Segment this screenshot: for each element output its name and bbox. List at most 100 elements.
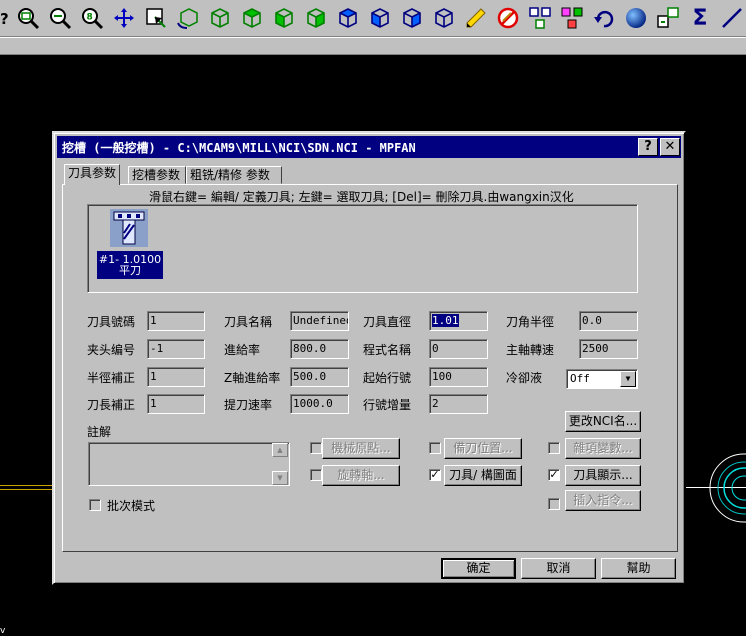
line-increment-label: 行號增量 <box>363 398 412 412</box>
tool-item-label: #1- 1.0100 平刀 <box>97 251 163 279</box>
cancel-button[interactable]: 取消 <box>521 558 596 579</box>
zoom-out-icon[interactable] <box>46 4 74 32</box>
z-feed-rate-field[interactable]: 500.0 <box>290 367 349 387</box>
change-nci-button[interactable]: 更改NCI名... <box>565 411 641 432</box>
rotary-axis-checkbox[interactable] <box>310 469 322 481</box>
program-name-label: 程式名稱 <box>363 343 412 357</box>
tool-path-circles <box>704 452 746 524</box>
rotary-axis-button[interactable]: 旋轉軸... <box>322 465 400 486</box>
corner-radius-label: 刀角半徑 <box>506 315 555 329</box>
tool-plane-button[interactable]: 刀具/ 構圖面 <box>444 465 522 486</box>
tool-list-hint: 滑鼠右鍵= 編輯/ 定義刀具; 左鍵= 選取刀具; [Del]= 刪除刀具.由w… <box>149 190 574 204</box>
tool-change-pos-button[interactable]: 備刀位置... <box>444 438 522 459</box>
scroll-down-icon[interactable]: ▼ <box>272 471 288 485</box>
side-view-cube-icon[interactable] <box>302 4 330 32</box>
tab-rough-finish-params[interactable]: 粗铣/精修 参数 <box>186 166 282 184</box>
tool-number-field[interactable]: 1 <box>147 311 205 331</box>
zoom-window-icon[interactable] <box>14 4 42 32</box>
corner-radius-field[interactable]: 0.0 <box>579 311 638 331</box>
close-button[interactable]: ✕ <box>660 138 680 156</box>
start-line-field[interactable]: 100 <box>429 367 488 387</box>
zoom-scale-icon[interactable]: 8 <box>78 4 106 32</box>
holder-number-field[interactable]: -1 <box>147 339 205 359</box>
tool-diameter-field[interactable]: 1.01 <box>429 311 488 331</box>
pencil-icon[interactable] <box>462 4 490 32</box>
tool-plane-checkbox[interactable]: ✓ <box>429 469 441 481</box>
machine-origin-button[interactable]: 機械原點... <box>322 438 400 459</box>
pan-arrows-icon[interactable] <box>110 4 138 32</box>
cplane-front-cube-icon[interactable] <box>366 4 394 32</box>
spindle-speed-field[interactable]: 2500 <box>579 339 638 359</box>
flat-endmill-icon <box>110 209 148 247</box>
cplane-top-cube-icon[interactable] <box>334 4 362 32</box>
no-delete-icon[interactable] <box>494 4 522 32</box>
main-toolbar: ? 8 Σ <box>0 0 746 37</box>
top-view-cube-icon[interactable] <box>238 4 266 32</box>
split-view-icon[interactable] <box>526 4 554 32</box>
iso-cube-icon[interactable] <box>206 4 234 32</box>
tool-list-item[interactable]: #1- 1.0100 平刀 <box>97 209 167 279</box>
cplane-iso-cube-icon[interactable] <box>430 4 458 32</box>
layers-icon[interactable] <box>558 4 586 32</box>
svg-text:8: 8 <box>87 13 93 23</box>
axis-indicator: v <box>0 626 6 636</box>
dropdown-arrow-icon[interactable]: ▼ <box>620 371 636 387</box>
feed-rate-field[interactable]: 800.0 <box>290 339 349 359</box>
holder-number-label: 夹头编号 <box>87 343 136 357</box>
tool-display-checkbox[interactable]: ✓ <box>548 469 560 481</box>
insert-directive-button[interactable]: 插入指令... <box>565 490 641 511</box>
start-line-label: 起始行號 <box>363 371 412 385</box>
batch-mode-checkbox[interactable] <box>89 499 101 511</box>
misc-values-button[interactable]: 雜項變數... <box>565 438 641 459</box>
batch-mode-label: 批次模式 <box>107 499 156 513</box>
notes-textarea[interactable] <box>88 442 290 486</box>
ok-button[interactable]: 确定 <box>441 558 516 579</box>
insert-directive-checkbox[interactable] <box>548 498 560 510</box>
multi-view-icon[interactable] <box>654 4 682 32</box>
scroll-up-icon[interactable]: ▲ <box>272 443 288 457</box>
titlebar-help-button[interactable]: ? <box>638 138 658 156</box>
line-increment-field[interactable]: 2 <box>429 394 488 414</box>
tool-change-pos-checkbox[interactable] <box>429 442 441 454</box>
tool-diameter-label: 刀具直徑 <box>363 315 412 329</box>
tool-number-label: 刀具號碼 <box>87 315 136 329</box>
dialog-titlebar: 挖槽 (一般挖槽) - C:\MCAM9\MILL\NCI\SDN.NCI - … <box>57 136 681 158</box>
coolant-label: 冷卻液 <box>506 371 543 385</box>
shade-sphere-icon[interactable] <box>622 4 650 32</box>
sigma-analyze-icon[interactable]: Σ <box>686 4 714 32</box>
dialog-title: 挖槽 (一般挖槽) - C:\MCAM9\MILL\NCI\SDN.NCI - … <box>62 141 416 155</box>
help-icon[interactable]: ? <box>0 10 9 28</box>
tab-pocket-params[interactable]: 挖槽参数 <box>128 166 186 184</box>
tab-tool-params[interactable]: 刀具参数 <box>64 164 121 185</box>
radius-comp-label: 半徑補正 <box>87 371 136 385</box>
program-name-field[interactable]: 0 <box>429 339 488 359</box>
tool-item-type: 平刀 <box>119 264 141 277</box>
machine-origin-checkbox[interactable] <box>310 442 322 454</box>
undo-icon[interactable] <box>590 4 618 32</box>
length-comp-field[interactable]: 1 <box>147 394 205 414</box>
close-icon: ✕ <box>664 139 676 154</box>
help-button[interactable]: 幫助 <box>601 558 676 579</box>
notes-label: 註解 <box>87 425 112 439</box>
notes-scrollbar[interactable]: ▲ ▼ <box>272 443 288 485</box>
geometry-line <box>0 489 52 490</box>
z-feed-rate-label: Z軸進給率 <box>224 371 281 385</box>
geometry-line <box>0 485 52 486</box>
coolant-select[interactable]: Off ▼ <box>566 369 638 389</box>
misc-values-checkbox[interactable] <box>548 442 560 454</box>
retract-rate-field[interactable]: 1000.0 <box>290 394 349 414</box>
select-window-icon[interactable] <box>142 4 170 32</box>
line-icon[interactable] <box>718 4 746 32</box>
front-view-cube-icon[interactable] <box>270 4 298 32</box>
dynamic-rotate-icon[interactable] <box>174 4 202 32</box>
cplane-side-cube-icon[interactable] <box>398 4 426 32</box>
tool-name-label: 刀具名稱 <box>224 315 273 329</box>
length-comp-label: 刀長補正 <box>87 398 136 412</box>
tool-list[interactable] <box>87 204 638 293</box>
radius-comp-field[interactable]: 1 <box>147 367 205 387</box>
feed-rate-label: 進給率 <box>224 343 261 357</box>
tool-name-field[interactable]: Undefined <box>290 311 349 331</box>
pocket-dialog: 挖槽 (一般挖槽) - C:\MCAM9\MILL\NCI\SDN.NCI - … <box>52 131 686 585</box>
tool-display-button[interactable]: 刀具顯示... <box>565 465 641 486</box>
spindle-speed-label: 主軸轉速 <box>506 343 555 357</box>
